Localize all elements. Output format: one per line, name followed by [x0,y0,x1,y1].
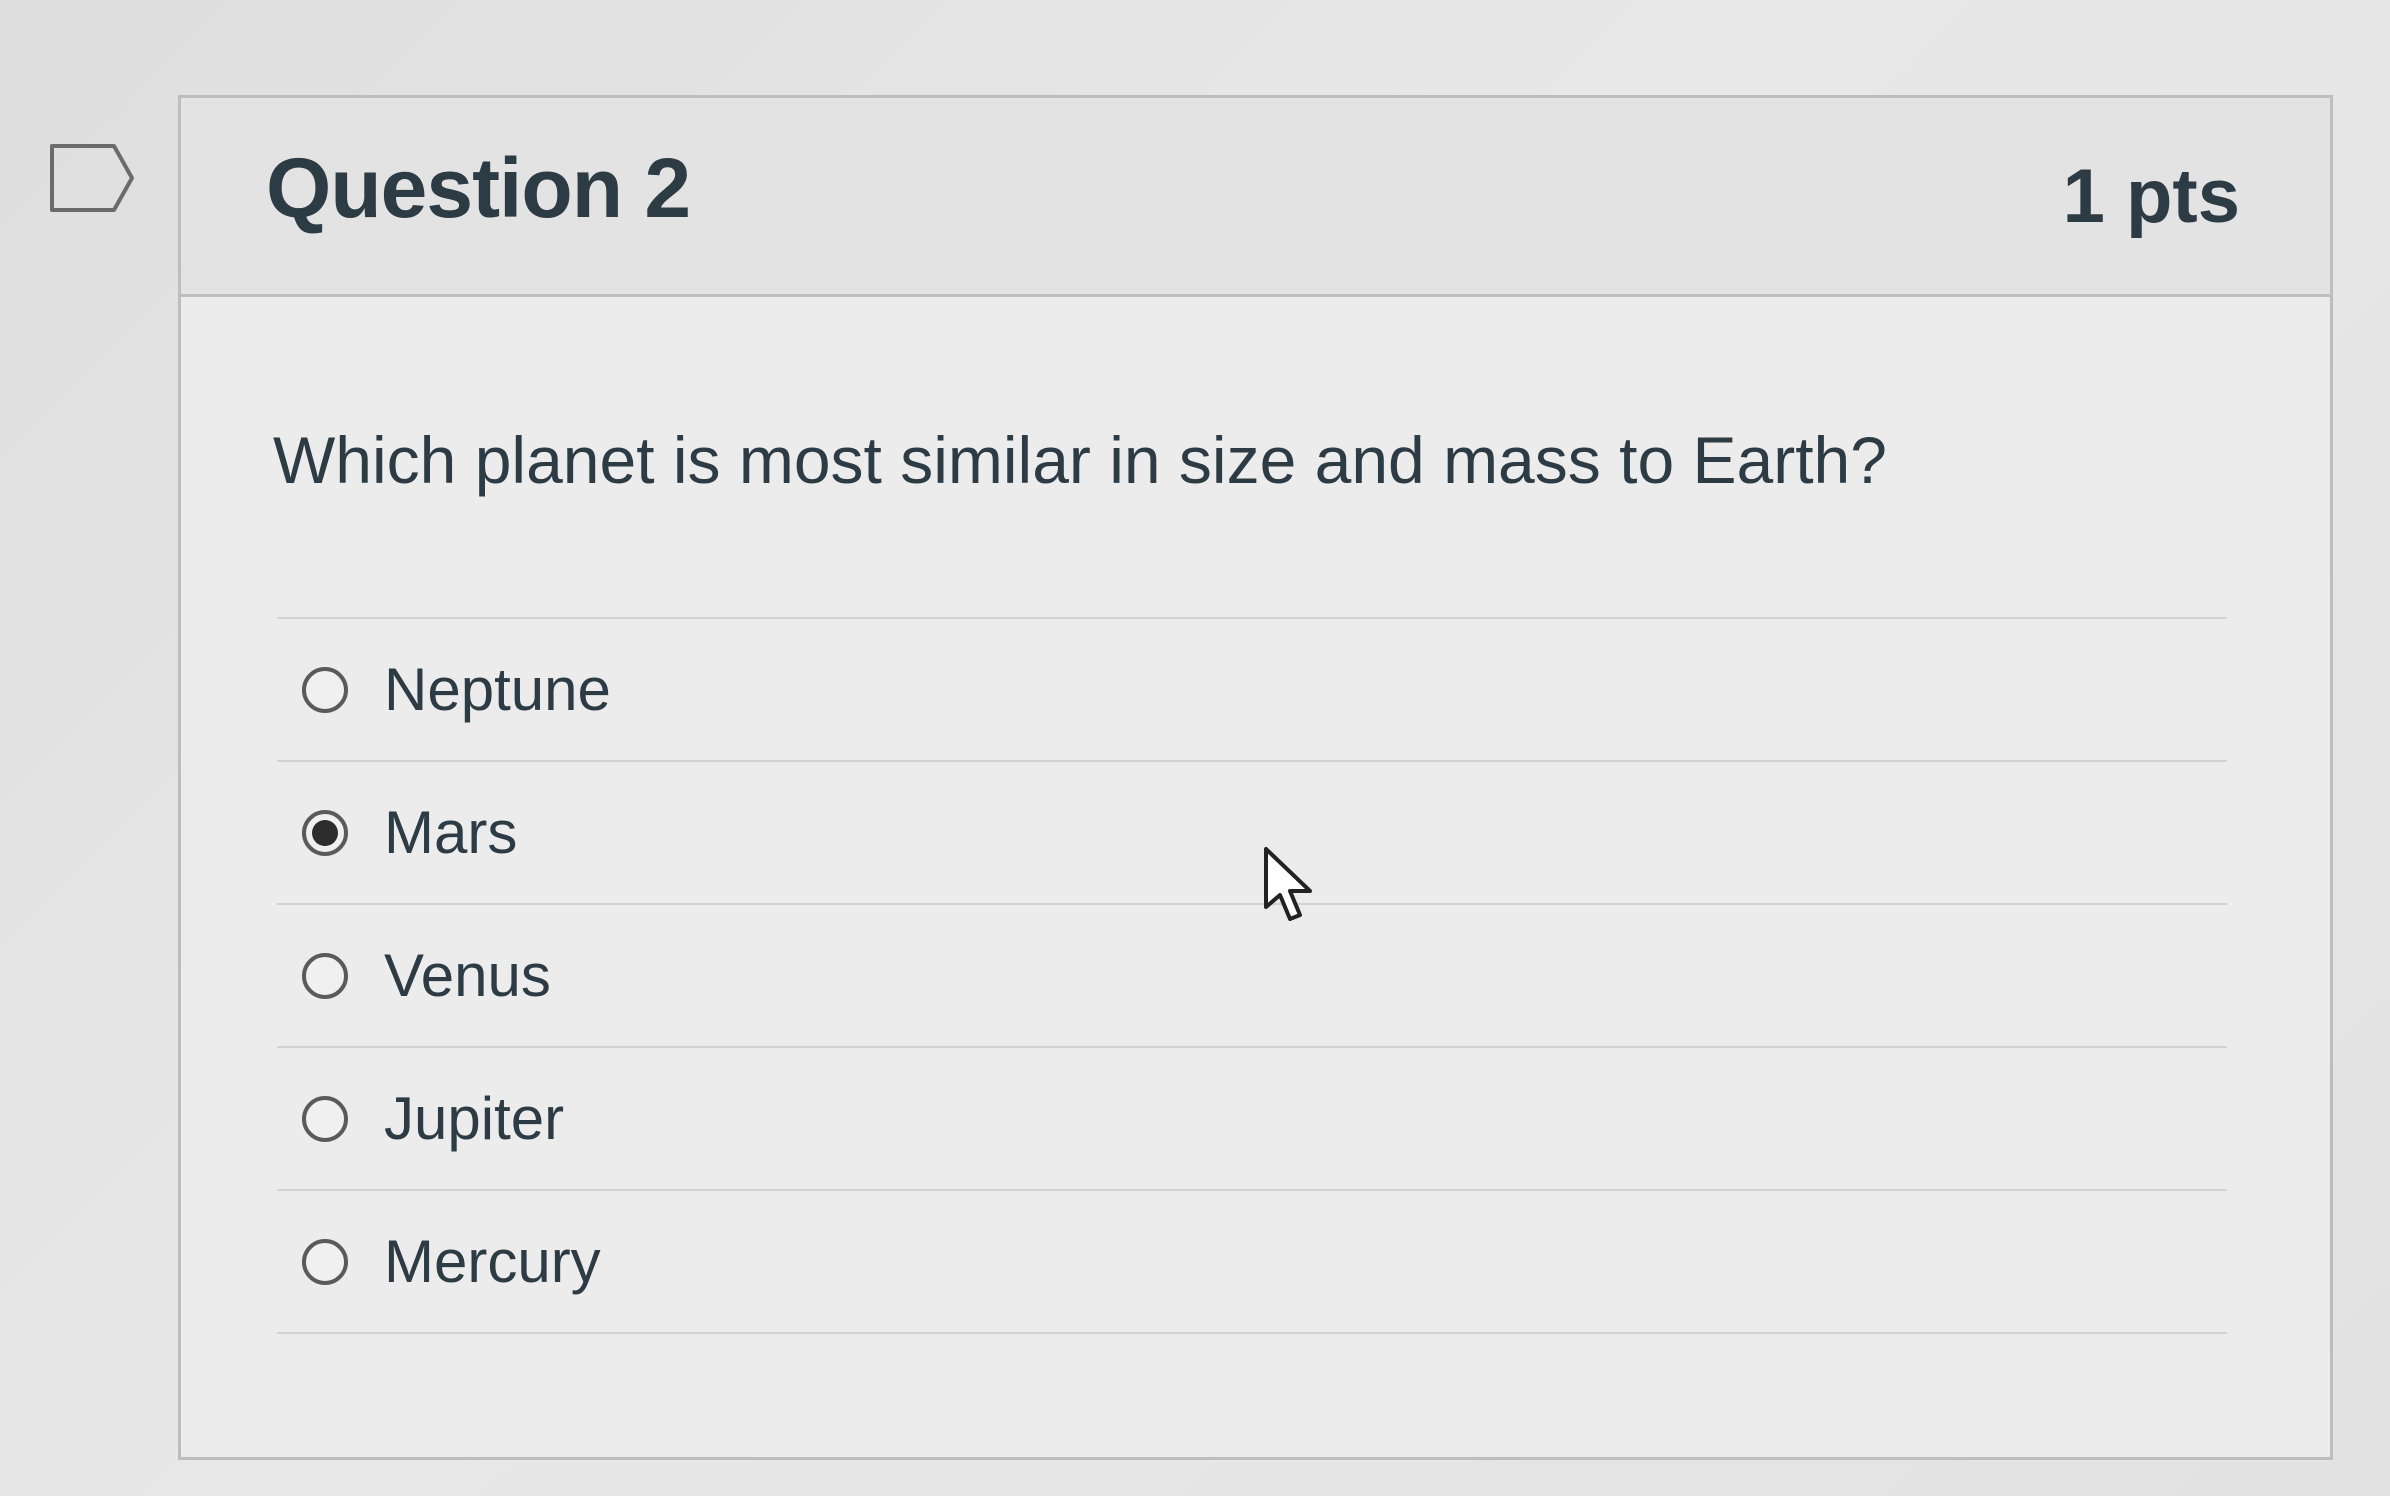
answer-label: Mars [384,799,518,866]
answer-label: Neptune [384,656,611,723]
answer-option-jupiter[interactable]: Jupiter [277,1048,2227,1191]
radio-button[interactable] [302,952,348,999]
flag-question-icon[interactable] [48,140,138,220]
answer-option-mars[interactable]: Mars [277,762,2227,905]
question-points: 1 pts [2062,154,2240,239]
mouse-pointer-icon [1262,845,1318,925]
radio-button-selected[interactable] [302,809,348,856]
answer-label: Venus [384,942,551,1009]
question-card: Question 2 1 pts Which planet is most si… [178,95,2333,1460]
answer-list: Neptune Mars Venus Jupiter Mercury [277,617,2227,1334]
question-text: Which planet is most similar in size and… [273,423,1887,497]
answer-label: Mercury [384,1228,601,1295]
radio-button[interactable] [302,1238,348,1285]
question-header: Question 2 1 pts [181,98,2330,297]
answer-option-mercury[interactable]: Mercury [277,1191,2227,1334]
radio-button[interactable] [302,1095,348,1142]
answer-option-neptune[interactable]: Neptune [277,619,2227,762]
radio-button[interactable] [302,666,348,713]
question-body: Which planet is most similar in size and… [181,297,2330,1457]
question-title: Question 2 [266,141,691,235]
answer-label: Jupiter [384,1085,565,1152]
answer-option-venus[interactable]: Venus [277,905,2227,1048]
